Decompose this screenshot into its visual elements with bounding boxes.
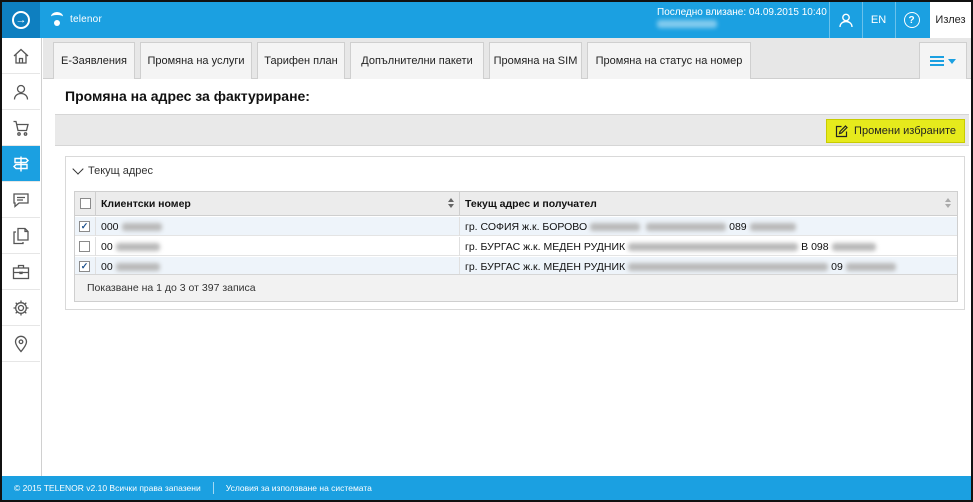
client-number-redacted: [115, 262, 160, 271]
tab-sim-change[interactable]: Промяна на SIM: [489, 42, 582, 79]
sidebar-item-cart[interactable]: [2, 110, 40, 146]
tab-e-requests[interactable]: E-Заявления: [53, 42, 135, 79]
list-icon: [930, 56, 944, 66]
action-bar: Промени избраните: [55, 114, 969, 146]
sidebar: [2, 38, 42, 476]
arrow-right-circle-icon: →: [12, 11, 30, 29]
address-text: гр. БУРГАС ж.к. МЕДЕН РУДНИК: [465, 240, 626, 253]
sidebar-item-business[interactable]: [2, 254, 40, 290]
user-icon: [13, 84, 29, 100]
address-text: гр. БУРГАС ж.к. МЕДЕН РУДНИК: [465, 260, 626, 273]
client-number-visible: 00: [101, 240, 113, 253]
row-checkbox[interactable]: [79, 241, 90, 252]
select-all-checkbox[interactable]: [80, 198, 91, 209]
client-number-visible: 000: [101, 220, 119, 233]
documents-icon: [13, 227, 29, 244]
client-number-cell: 00: [95, 237, 459, 256]
telenor-logo-icon: [50, 10, 66, 28]
location-pin-icon: [14, 335, 28, 352]
sidebar-item-documents[interactable]: [2, 218, 40, 254]
column-header-current-address-label: Текущ адрес и получател: [465, 198, 597, 210]
brand-logo[interactable]: telenor: [50, 10, 102, 28]
gear-icon: [13, 300, 29, 315]
client-number-cell: 000: [95, 217, 459, 236]
table-row[interactable]: ✓ 000 гр. СОФИЯ ж.к. БОРОВО 089: [75, 217, 957, 236]
sidebar-item-messages[interactable]: [2, 182, 40, 218]
user-profile-button[interactable]: [829, 2, 861, 38]
client-number-redacted: [115, 242, 160, 251]
recipient-redacted: [628, 242, 799, 251]
row-checkbox[interactable]: ✓: [79, 261, 90, 272]
current-address-panel-header[interactable]: Текущ адрес: [66, 157, 964, 185]
address-text: гр. СОФИЯ ж.к. БОРОВО: [465, 220, 588, 233]
page-title: Промяна на адрес за фактуриране:: [65, 88, 310, 104]
more-tabs-menu-button[interactable]: [919, 42, 967, 79]
logout-button[interactable]: Излез: [930, 2, 971, 38]
username-redacted: [657, 20, 717, 28]
recipient-redacted: [646, 222, 727, 231]
address-table: Клиентски номер Текущ адрес и получател …: [74, 191, 958, 302]
caret-down-icon: [948, 58, 956, 64]
address-cell: гр. БУРГАС ж.к. МЕДЕН РУДНИК В 098: [459, 237, 955, 256]
current-address-panel: Текущ адрес Клиентски номер Текущ адрес …: [65, 156, 965, 310]
tab-additional-packages[interactable]: Допълнителни пакети: [350, 42, 484, 79]
sidebar-item-user[interactable]: [2, 74, 40, 110]
column-header-client-number-label: Клиентски номер: [101, 198, 191, 210]
phone-visible: В 098: [801, 240, 829, 253]
sort-icon[interactable]: [945, 198, 951, 210]
recipient-redacted: [628, 262, 829, 271]
edit-selected-label: Промени избраните: [854, 125, 956, 137]
briefcase-icon: [12, 264, 30, 279]
phone-redacted: [845, 262, 896, 271]
edit-selected-button[interactable]: Промени избраните: [826, 119, 965, 143]
help-button[interactable]: ?: [895, 2, 927, 38]
phone-visible: 09: [831, 260, 843, 273]
client-number-visible: 00: [101, 260, 113, 273]
row-checkbox[interactable]: ✓: [79, 221, 90, 232]
address-cell: гр. СОФИЯ ж.к. БОРОВО 089: [459, 217, 955, 236]
last-login-text: Последно влизане: 04.09.2015 10:40: [657, 7, 827, 18]
sidebar-item-signpost[interactable]: [2, 146, 40, 182]
phone-redacted: [749, 222, 796, 231]
tab-tariff-plan[interactable]: Тарифен план: [257, 42, 345, 79]
user-icon: [838, 13, 853, 28]
signpost-icon: [13, 156, 29, 171]
footer-divider: [212, 482, 214, 494]
chat-icon: [13, 192, 29, 208]
client-number-redacted: [121, 222, 162, 231]
question-mark-icon: ?: [903, 12, 920, 28]
footer: © 2015 TELENOR v2.10 Всички права запазе…: [2, 476, 971, 500]
last-login-info: Последно влизане: 04.09.2015 10:40: [657, 7, 827, 28]
sidebar-item-home[interactable]: [2, 38, 40, 74]
address-redacted: [590, 222, 641, 231]
sidebar-toggle-button[interactable]: →: [2, 2, 40, 38]
sort-icon[interactable]: [448, 198, 454, 210]
edit-pencil-icon: [835, 124, 848, 137]
main-content: E-Заявления Промяна на услуги Тарифен пл…: [43, 38, 971, 476]
panel-title: Текущ адрес: [88, 165, 154, 177]
phone-redacted: [831, 242, 876, 251]
column-header-client-number[interactable]: Клиентски номер: [95, 192, 459, 216]
tab-bar: E-Заявления Промяна на услуги Тарифен пл…: [43, 38, 971, 79]
sidebar-item-settings[interactable]: [2, 290, 40, 326]
table-header: Клиентски номер Текущ адрес и получател: [75, 192, 957, 216]
terms-link[interactable]: Условия за използване на системата: [226, 483, 372, 493]
copyright-text: © 2015 TELENOR v2.10 Всички права запазе…: [14, 483, 201, 493]
chevron-down-icon: [72, 163, 84, 175]
table-row[interactable]: 00 гр. БУРГАС ж.к. МЕДЕН РУДНИК В 098: [75, 237, 957, 256]
column-header-current-address[interactable]: Текущ адрес и получател: [459, 192, 955, 216]
language-switch-button[interactable]: EN: [862, 2, 894, 38]
home-icon: [13, 48, 29, 64]
app-window: → telenor Последно влизане: 04.09.2015 1…: [0, 0, 973, 502]
cart-icon: [13, 120, 29, 136]
table-pagination-info: Показване на 1 до 3 от 397 записа: [75, 274, 957, 301]
tab-service-change[interactable]: Промяна на услуги: [140, 42, 252, 79]
brand-name: telenor: [70, 13, 102, 25]
phone-visible: 089: [729, 220, 747, 233]
tab-number-status-change[interactable]: Промяна на статус на номер: [587, 42, 751, 79]
top-bar: → telenor Последно влизане: 04.09.2015 1…: [2, 2, 971, 38]
sidebar-item-location[interactable]: [2, 326, 40, 362]
